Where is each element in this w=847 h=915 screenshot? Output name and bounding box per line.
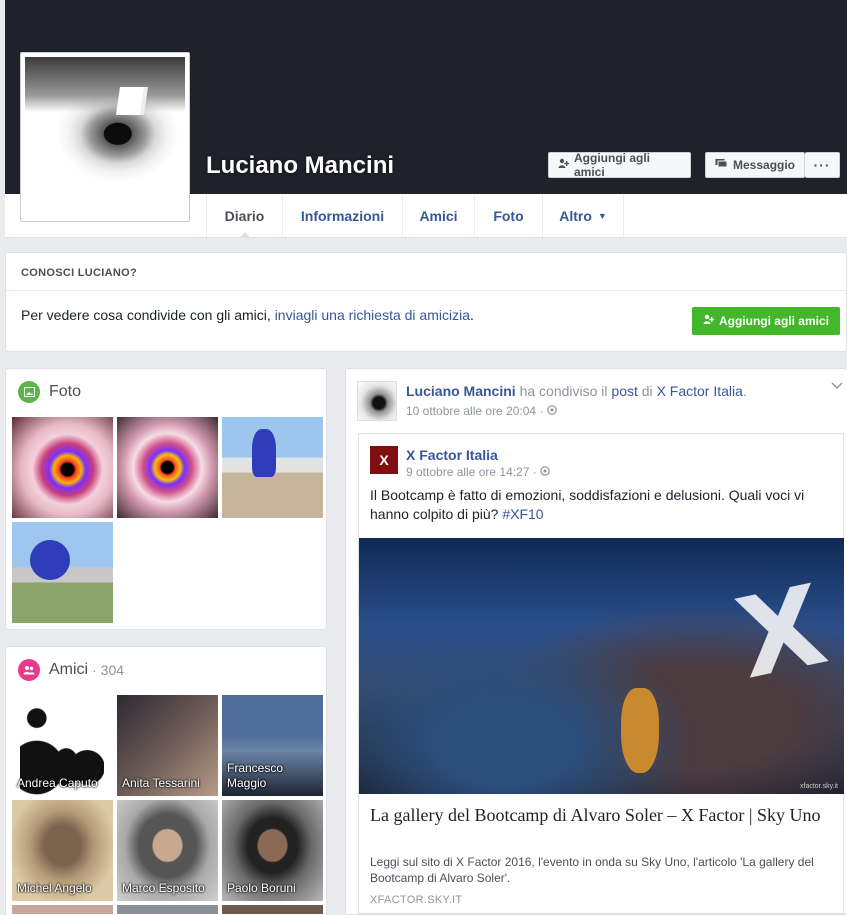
friends-card: Amici · 304 Andrea Caputo Anita Tessarin… — [5, 646, 327, 915]
globe-icon — [546, 404, 557, 418]
shared-post-timestamp[interactable]: 9 ottobre alle ore 14:27 · — [406, 465, 540, 479]
know-user-header: CONOSCI LUCIANO? — [6, 253, 846, 291]
post-author-name[interactable]: Luciano Mancini — [406, 383, 516, 399]
shared-post-body: Il Bootcamp è fatto di emozioni, soddisf… — [370, 487, 805, 522]
friend-tile-partial[interactable] — [117, 905, 218, 914]
photo-thumbnail[interactable] — [12, 417, 113, 518]
post-author-avatar[interactable] — [357, 381, 397, 421]
friend-tile[interactable]: Anita Tessarini — [117, 695, 218, 796]
message-button[interactable]: Messaggio — [705, 152, 805, 178]
shared-post-text: Il Bootcamp è fatto di emozioni, soddisf… — [370, 486, 830, 524]
add-friend-label: Aggiungi agli amici — [574, 151, 650, 179]
friends-icon — [18, 659, 40, 681]
more-dots-icon: ··· — [813, 157, 831, 173]
guitar-shape — [621, 688, 659, 773]
x-factor-logo: X — [726, 560, 837, 704]
photos-card: Foto — [5, 368, 327, 630]
add-friend-icon — [703, 314, 715, 328]
friend-request-link[interactable]: inviagli una richiesta di amicizia — [275, 307, 470, 323]
profile-name[interactable]: Luciano Mancini — [206, 152, 394, 180]
timeline-post: Luciano Mancini ha condiviso il post di … — [345, 368, 847, 915]
friends-grid: Andrea Caputo Anita Tessarini Francesco … — [12, 695, 324, 914]
hashtag-link[interactable]: #XF10 — [502, 506, 543, 522]
add-friend-green-button[interactable]: Aggiungi agli amici — [691, 307, 840, 335]
photo-thumbnail[interactable] — [222, 417, 323, 518]
tab-amici[interactable]: Amici — [402, 194, 474, 237]
post-meta: 10 ottobre alle ore 20:04 · — [406, 404, 557, 418]
caret-down-icon: ▼ — [597, 210, 607, 221]
shared-post: X X Factor Italia 9 ottobre alle ore 14:… — [358, 433, 844, 914]
tab-informazioni[interactable]: Informazioni — [282, 194, 402, 237]
know-user-text: Per vedere cosa condivide con gli amici,… — [21, 307, 474, 323]
tab-foto[interactable]: Foto — [474, 194, 542, 237]
photo-thumbnail[interactable] — [117, 417, 218, 518]
friend-name[interactable]: Francesco Maggio — [227, 761, 297, 791]
profile-picture-image — [25, 57, 185, 217]
tab-altro[interactable]: Altro ▼ — [542, 194, 624, 237]
shared-post-link[interactable]: post — [611, 383, 637, 399]
globe-icon — [540, 465, 550, 479]
photos-title-row[interactable]: Foto — [18, 381, 81, 403]
shared-link-image[interactable]: X xfactor.sky.it — [359, 538, 844, 794]
photo-credit: xfactor.sky.it — [800, 783, 838, 790]
tab-diario[interactable]: Diario — [206, 194, 282, 238]
xfactor-page-avatar[interactable]: X — [370, 446, 398, 474]
friend-tile-partial[interactable] — [12, 905, 113, 914]
know-text-end: . — [470, 307, 474, 323]
profile-picture[interactable] — [20, 52, 190, 222]
friend-name[interactable]: Paolo Boruni — [227, 881, 296, 896]
tab-label: Altro — [559, 207, 592, 224]
friend-tile-partial[interactable] — [222, 905, 323, 914]
post-header: Luciano Mancini ha condiviso il post di … — [406, 383, 747, 399]
photos-grid — [12, 417, 324, 623]
source-page-link[interactable]: X Factor Italia — [657, 383, 743, 399]
friend-name[interactable]: Anita Tessarini — [122, 776, 200, 791]
friends-title-row[interactable]: Amici · 304 — [18, 659, 124, 681]
photo-thumbnail[interactable] — [12, 522, 113, 623]
tab-label: Diario — [224, 207, 265, 224]
shared-link-source: XFACTOR.SKY.IT — [370, 894, 463, 906]
tab-label: Informazioni — [300, 207, 385, 224]
message-label: Messaggio — [733, 158, 796, 172]
friend-tile[interactable]: Marco Esposito — [117, 800, 218, 901]
friend-name[interactable]: Andrea Caputo — [17, 776, 98, 791]
add-friend-icon — [558, 158, 570, 172]
chevron-down-icon[interactable] — [831, 379, 843, 393]
shared-link-description: Leggi sul sito di X Factor 2016, l'event… — [370, 855, 814, 885]
friend-tile[interactable]: Andrea Caputo — [12, 695, 113, 796]
friend-tile[interactable]: Francesco Maggio — [222, 695, 323, 796]
know-text-prefix: Per vedere cosa condivide con gli amici, — [21, 307, 275, 323]
friend-name[interactable]: Marco Esposito — [122, 881, 205, 896]
friend-tile[interactable]: Michel Angelo — [12, 800, 113, 901]
shared-page-name[interactable]: X Factor Italia — [406, 447, 498, 463]
message-icon — [715, 158, 728, 172]
friends-title: Amici — [49, 661, 89, 678]
tab-label: Foto — [493, 207, 524, 224]
friend-name[interactable]: Michel Angelo — [17, 881, 92, 896]
friends-count: · 304 — [92, 662, 125, 678]
shared-link-title[interactable]: La gallery del Bootcamp di Alvaro Soler … — [370, 804, 840, 826]
friend-tile[interactable]: Paolo Boruni — [222, 800, 323, 901]
post-of-text: di — [637, 383, 657, 399]
post-header-end: . — [742, 383, 747, 399]
more-options-button[interactable]: ··· — [805, 152, 840, 178]
photo-icon — [18, 381, 40, 403]
tab-label: Amici — [419, 207, 458, 224]
post-timestamp[interactable]: 10 ottobre alle ore 20:04 · — [406, 404, 547, 418]
shared-post-meta: 9 ottobre alle ore 14:27 · — [406, 465, 550, 479]
add-friend-green-label: Aggiungi agli amici — [718, 314, 829, 328]
add-friend-button[interactable]: Aggiungi agli amici — [548, 151, 691, 179]
know-user-card: CONOSCI LUCIANO? Per vedere cosa condivi… — [5, 252, 847, 352]
post-action-text: ha condiviso il — [515, 383, 612, 399]
photos-title: Foto — [49, 383, 82, 400]
